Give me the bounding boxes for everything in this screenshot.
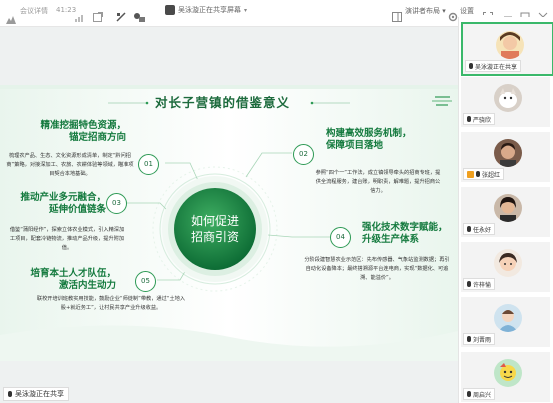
- signal-icon: [75, 7, 85, 22]
- section-03-heading: 推动产业多元融合， 延伸价值链条: [20, 192, 106, 215]
- participant-name-tag: 周启兴: [463, 388, 496, 400]
- microphone-icon: [467, 336, 471, 342]
- minimize-icon[interactable]: [503, 7, 513, 18]
- shared-screen-area: 对长子营镇的借鉴意义 如何促进 招商引资 精准挖掘特色资源， 锚定招商方向 01…: [0, 27, 458, 403]
- avatar: [494, 304, 522, 332]
- center-topic-line-1: 如何促进: [190, 214, 239, 228]
- avatar: [494, 84, 522, 112]
- microphone-icon: [476, 171, 480, 177]
- section-02-heading: 构建高效服务机制， 保障项目落地: [326, 128, 412, 151]
- section-04-number: 04: [330, 227, 351, 248]
- presenter-label: 吴泳漩正在共享: [3, 387, 69, 401]
- raise-hand-icon: [467, 170, 474, 178]
- close-icon[interactable]: [538, 7, 548, 22]
- meeting-timer: 41:23: [56, 6, 77, 14]
- layout-icon[interactable]: [392, 7, 402, 22]
- participant-tile[interactable]: 刘晋雨: [461, 297, 550, 347]
- section-02-number: 02: [293, 144, 314, 165]
- section-05-body: 联校开培训班教实用技能，鼓励企业“师徒制”带教，通过“土地入股+就近务工”，让村…: [36, 296, 186, 311]
- section-01-number: 01: [138, 154, 159, 175]
- restore-icon[interactable]: [520, 7, 530, 22]
- share-status-text: 吴泳漩正在共享屏幕: [178, 6, 241, 14]
- center-topic: 如何促进 招商引资: [174, 188, 256, 270]
- section-01-body: 梳理农产品、生态、文化资源形成清单，制定“黔问招商”策略，对接深加工、农旅、农耕…: [6, 153, 134, 177]
- share-status-indicator[interactable]: 吴泳漩正在共享屏幕 ▾: [165, 5, 247, 15]
- avatar: [494, 194, 522, 222]
- microphone-icon: [467, 116, 471, 122]
- center-topic-line-2: 招商引资: [190, 230, 239, 244]
- participant-tile[interactable]: 周启兴: [461, 352, 550, 402]
- avatar: [494, 359, 522, 387]
- section-03-number: 03: [106, 193, 127, 214]
- section-05-heading: 培育本土人才队伍， 激活内生动力: [30, 268, 116, 291]
- participant-tile[interactable]: 任永好: [461, 187, 550, 237]
- avatar: [494, 139, 522, 167]
- section-05-number: 05: [135, 271, 156, 292]
- microphone-icon: [469, 63, 473, 69]
- participant-name-tag: 吴泳漩正在共享: [465, 60, 522, 72]
- fullscreen-icon[interactable]: [483, 7, 493, 22]
- microphone-icon: [8, 391, 12, 397]
- microphone-icon: [467, 391, 471, 397]
- participant-name-tag: 刘晋雨: [463, 333, 496, 345]
- participants-panel: 吴泳漩正在共享 严骁欣 张超红 任永好 许梓愉 刘晋雨 周启兴: [458, 17, 553, 403]
- participant-tile[interactable]: 许梓愉: [461, 242, 550, 292]
- avatar: [496, 31, 524, 59]
- shared-slide: 对长子营镇的借鉴意义 如何促进 招商引资 精准挖掘特色资源， 锚定招商方向 01…: [0, 85, 458, 361]
- screen-share-icon: [165, 5, 175, 15]
- gear-icon[interactable]: [448, 7, 458, 22]
- section-01-heading: 精准挖掘特色资源， 锚定招商方向: [40, 120, 126, 143]
- settings-button[interactable]: 设置: [460, 6, 474, 16]
- participant-name-tag: 许梓愉: [463, 278, 496, 290]
- section-03-body: 借鉴“蒲阳经作”，探索立体农业模式，引入精深加工项目，配套冷链物流，推动产品升级…: [9, 227, 125, 251]
- layout-selector[interactable]: 演讲者布局 ▾: [405, 6, 446, 16]
- microphone-icon: [467, 281, 471, 287]
- microphone-icon: [467, 226, 471, 232]
- section-04-body: 分阶段建智慧农业示范区：先布传感器、气象站监测数据；再引自动化设备降本；最终搭溯…: [304, 257, 450, 281]
- participant-tile[interactable]: 张超红: [461, 132, 550, 182]
- section-02-body: 参照“四个一”工作法，成立镇领导牵头的招商专班，提供全流程服务，建台账，明职责，…: [315, 170, 441, 194]
- meeting-info-icon[interactable]: [6, 9, 16, 24]
- popout-icon[interactable]: [93, 7, 103, 22]
- participant-tile[interactable]: 吴泳漩正在共享: [461, 22, 553, 76]
- annotation-icon[interactable]: [116, 7, 126, 22]
- co-annotate-icon[interactable]: [133, 7, 145, 22]
- participant-name-tag: 任永好: [463, 223, 496, 235]
- participant-name-tag: 张超红: [463, 168, 505, 180]
- section-04-heading: 强化技术数字赋能， 升级生产体系: [362, 222, 448, 245]
- meeting-details-link[interactable]: 会议详情: [20, 6, 48, 16]
- slide-title: 对长子营镇的借鉴意义: [155, 95, 291, 110]
- chevron-down-icon[interactable]: ▾: [244, 7, 247, 14]
- avatar: [494, 249, 522, 277]
- participant-tile[interactable]: 严骁欣: [461, 77, 550, 127]
- participant-name-tag: 严骁欣: [463, 113, 496, 125]
